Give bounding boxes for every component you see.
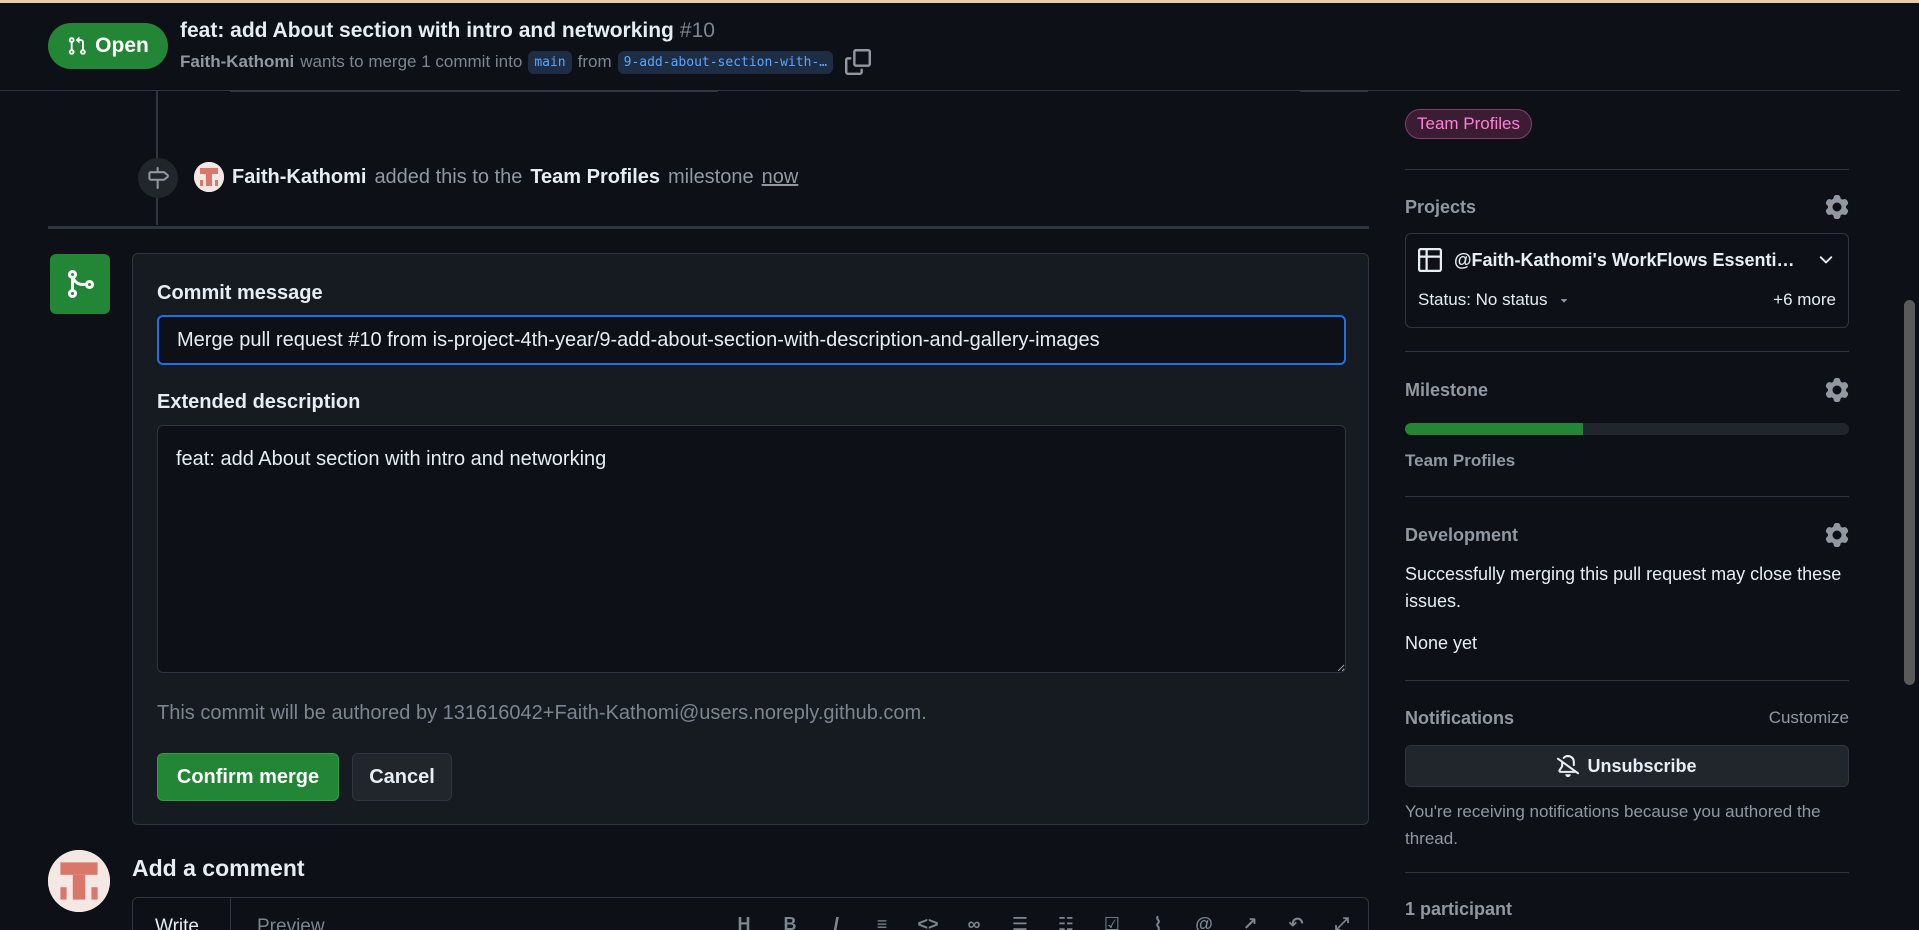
milestone-event-badge (138, 158, 178, 198)
event-milestone-link[interactable]: Team Profiles (530, 166, 660, 189)
gear-icon[interactable] (1825, 195, 1849, 219)
sidebar-divider (1405, 680, 1849, 681)
commit-author-note: This commit will be authored by 13161604… (157, 702, 927, 724)
sidebar-divider (1405, 496, 1849, 497)
quote-icon[interactable]: ≡ (870, 914, 894, 930)
sidebar-divider (1405, 169, 1849, 170)
bold-icon[interactable]: B (778, 914, 802, 930)
milestone-heading[interactable]: Milestone (1405, 380, 1488, 401)
project-card[interactable]: @Faith-Kathomi's WorkFlows Essenti… Stat… (1405, 233, 1849, 328)
merge-text: wants to merge 1 commit into (300, 52, 523, 71)
italic-icon[interactable]: I (824, 914, 848, 930)
milestone-event: Faith-Kathomi added this to the Team Pro… (194, 162, 798, 192)
unsubscribe-label: Unsubscribe (1587, 755, 1697, 776)
development-heading[interactable]: Development (1405, 525, 1518, 546)
confirm-merge-button[interactable]: Confirm merge (157, 753, 339, 801)
event-actor[interactable]: Faith-Kathomi (232, 166, 366, 189)
commit-message-input[interactable] (157, 315, 1346, 365)
triangle-down-icon (1561, 299, 1568, 303)
extended-description-label: Extended description (157, 391, 361, 413)
comment-editor: Write Preview H B I ≡ <> ∞ ☰ ☷ ☑ ⌇ @ ↗ ↶… (132, 897, 1369, 930)
merge-badge (50, 254, 110, 314)
milestone-progress-fill (1405, 423, 1583, 435)
pr-state-label: Open (95, 34, 149, 57)
ordered-list-icon[interactable]: ☰ (1008, 914, 1032, 930)
heading-icon[interactable]: H (732, 914, 756, 930)
customize-link[interactable]: Customize (1769, 708, 1849, 728)
sticky-pr-header: Open feat: add About section with intro … (0, 3, 1900, 91)
tab-write[interactable]: Write (133, 898, 231, 930)
pr-title-text: feat: add About section with intro and n… (180, 19, 674, 42)
reference-icon[interactable]: ↗ (1238, 914, 1262, 930)
table-icon (1418, 248, 1442, 272)
copy-icon[interactable] (845, 49, 872, 75)
add-comment-heading: Add a comment (132, 855, 305, 881)
attach-icon[interactable]: ⌇ (1146, 914, 1170, 930)
unsubscribe-button[interactable]: Unsubscribe (1405, 745, 1849, 787)
development-none: None yet (1405, 633, 1478, 653)
commit-message-label: Commit message (157, 282, 323, 304)
mention-icon[interactable]: @ (1192, 914, 1216, 930)
avatar[interactable] (194, 162, 224, 192)
milestone-progress-bar (1405, 423, 1849, 435)
development-text: Successfully merging this pull request m… (1405, 564, 1842, 611)
extended-description-textarea[interactable]: feat: add About section with intro and n… (157, 425, 1346, 673)
markdown-toolbar: H B I ≡ <> ∞ ☰ ☷ ☑ ⌇ @ ↗ ↶ ⤢ (732, 914, 1354, 930)
chevron-down-icon[interactable] (1816, 250, 1836, 270)
merge-form: Commit message Extended description feat… (132, 253, 1369, 825)
git-merge-icon (68, 270, 95, 298)
pr-title: feat: add About section with intro and n… (180, 19, 715, 43)
sidebar-divider (1405, 351, 1849, 352)
avatar[interactable] (48, 850, 110, 912)
project-status-text: Status: No status (1418, 290, 1548, 309)
project-status[interactable]: Status: No status (1418, 290, 1571, 310)
notifications-reason: You're receiving notifications because y… (1405, 802, 1821, 848)
pull-request-icon (69, 36, 86, 55)
pr-merge-summary: Faith-Kathomi wants to merge 1 commit in… (180, 49, 872, 75)
pr-author-link[interactable]: Faith-Kathomi (180, 52, 294, 72)
tab-preview[interactable]: Preview (257, 916, 325, 930)
undo-icon[interactable]: ↶ (1284, 914, 1308, 930)
gear-icon[interactable] (1825, 523, 1849, 547)
unordered-list-icon[interactable]: ☷ (1054, 914, 1078, 930)
project-title[interactable]: @Faith-Kathomi's WorkFlows Essenti… (1454, 250, 1795, 271)
milestone-name[interactable]: Team Profiles (1405, 447, 1515, 474)
link-icon[interactable]: ∞ (962, 914, 986, 930)
sidebar-divider (1405, 872, 1849, 873)
gear-icon[interactable] (1825, 378, 1849, 402)
event-text: milestone (668, 165, 754, 188)
timeline-divider (48, 226, 1369, 229)
head-branch[interactable]: 9-add-about-section-with-… (617, 50, 834, 74)
pr-number: #10 (679, 19, 715, 42)
event-time[interactable]: now (762, 166, 799, 189)
participants-heading: 1 participant (1405, 899, 1513, 919)
fullscreen-icon[interactable]: ⤢ (1330, 914, 1354, 930)
cancel-button[interactable]: Cancel (352, 753, 452, 801)
bell-slash-icon (1557, 755, 1580, 777)
from-text: from (577, 52, 612, 71)
code-icon[interactable]: <> (916, 914, 940, 930)
projects-heading[interactable]: Projects (1405, 197, 1476, 218)
notifications-heading: Notifications (1405, 708, 1515, 728)
milestone-icon (148, 167, 169, 189)
task-list-icon[interactable]: ☑ (1100, 914, 1124, 930)
event-text: added this to the (374, 165, 523, 188)
project-more-link[interactable]: +6 more (1773, 290, 1836, 310)
base-branch[interactable]: main (528, 50, 572, 74)
pr-state-badge: Open (48, 23, 168, 69)
scrollbar-thumb[interactable] (1904, 300, 1915, 685)
label-pill[interactable]: Team Profiles (1405, 109, 1532, 139)
